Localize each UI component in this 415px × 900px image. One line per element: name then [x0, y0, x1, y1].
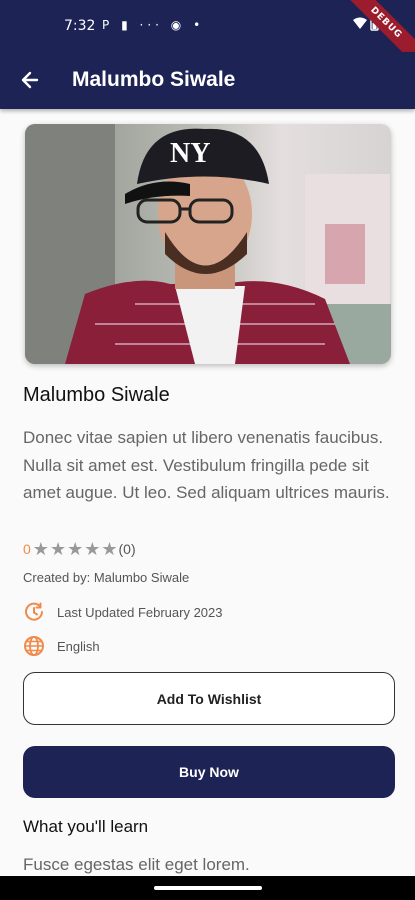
last-updated-row: Last Updated February 2023 — [23, 601, 223, 623]
rating-count: (0) — [118, 541, 136, 557]
created-by: Created by: Malumbo Siwale — [23, 570, 190, 585]
update-clock-icon — [25, 602, 43, 621]
globe-icon — [24, 636, 44, 656]
status-bar: 7:32 P ▮ ··· ◉ • DEBUG — [0, 0, 415, 69]
star-icon: ★ — [49, 538, 67, 559]
back-button[interactable] — [16, 66, 44, 94]
app-bar: Malumbo Siwale — [0, 52, 415, 109]
notification-icons: P ▮ ··· ◉ • — [102, 18, 205, 32]
last-updated-text: Last Updated February 2023 — [57, 604, 223, 620]
star-icon: ★ — [67, 538, 84, 559]
learn-section-title: What you'll learn — [23, 817, 149, 836]
svg-text:NY: NY — [170, 138, 210, 169]
arrow-left-icon — [21, 71, 39, 89]
language-text: English — [57, 638, 100, 654]
star-icon: ★ — [84, 538, 101, 559]
page-title: Malumbo Siwale — [72, 68, 236, 91]
course-name: Malumbo Siwale — [23, 384, 170, 406]
system-nav-bar — [0, 876, 415, 900]
add-to-wishlist-button[interactable]: Add To Wishlist — [23, 672, 395, 725]
star-icon: ★ — [101, 538, 118, 559]
buy-now-button[interactable]: Buy Now — [23, 746, 395, 798]
course-image: NY — [25, 124, 391, 364]
star-icon: ★ — [32, 538, 49, 559]
course-description: Donec vitae sapien ut libero venenatis f… — [23, 428, 390, 502]
rating-row: 0 ★ ★ ★ ★ ★ (0) — [23, 539, 136, 559]
status-time: 7:32 — [64, 18, 96, 34]
home-gesture-handle[interactable] — [154, 886, 262, 890]
rating-value: 0 — [23, 541, 31, 557]
language-row: English — [23, 635, 100, 657]
learn-item: Fusce egestas elit eget lorem. — [23, 855, 250, 874]
